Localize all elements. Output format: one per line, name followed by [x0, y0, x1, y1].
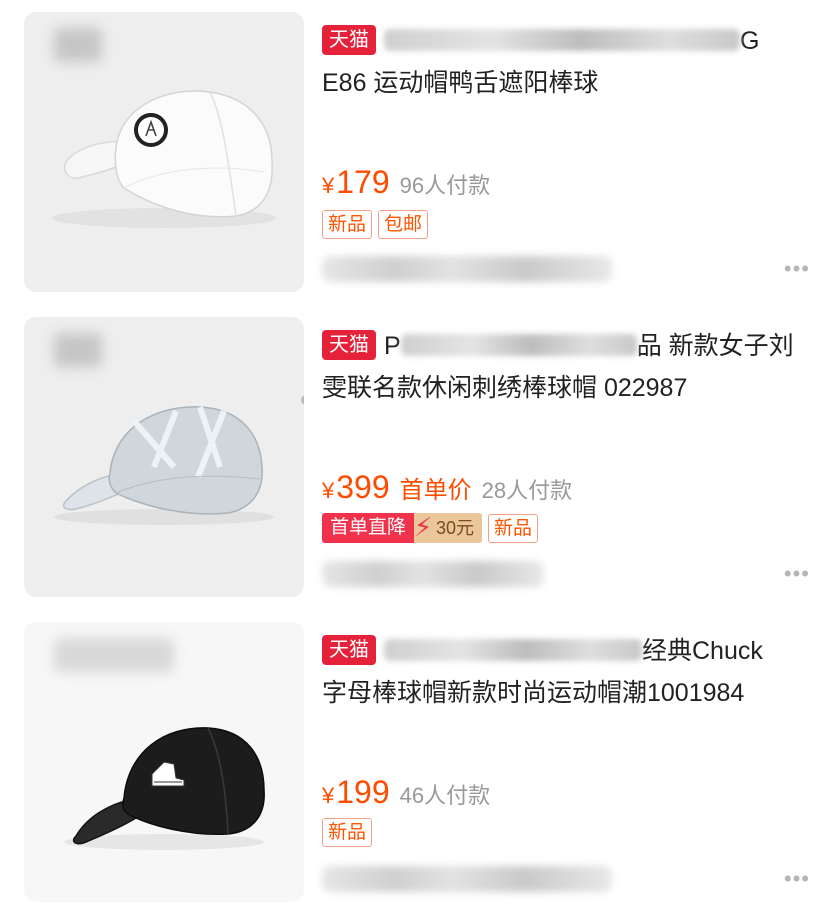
product-title[interactable]: 天猫 经典Chuck 字母棒球帽新款时尚运动帽潮1001984: [322, 630, 798, 714]
redacted-text: [384, 29, 740, 51]
tmall-badge: 天猫: [322, 25, 376, 55]
tag-new: 新品: [488, 513, 539, 543]
product-card[interactable]: 天猫 G E86 运动帽鸭舌遮阳棒球 ¥179 96人付款 新品 包邮 •••: [0, 0, 828, 300]
shop-name-redacted: [322, 256, 612, 282]
tag-list: 新品 包邮: [322, 210, 429, 239]
promo-label: 首单直降: [322, 513, 415, 543]
product-image[interactable]: [24, 317, 304, 597]
price-row: ¥199 46人付款: [322, 774, 490, 811]
tag-new: 新品: [322, 210, 373, 239]
buyer-count: 46人付款: [399, 783, 491, 808]
price-row: ¥399 首单价 28人付款: [322, 469, 572, 506]
title-fragment: 经典Chuck: [642, 637, 763, 665]
black-cap-image: [64, 727, 265, 850]
price: ¥179: [322, 164, 390, 200]
promo-value: 30元: [434, 513, 483, 543]
more-icon[interactable]: •••: [784, 866, 810, 892]
title-fragment: P: [384, 332, 401, 360]
price: ¥399: [322, 469, 390, 505]
product-image[interactable]: [24, 12, 304, 292]
price: ¥199: [322, 774, 390, 810]
first-order-price-label: 首单价: [399, 477, 472, 504]
tmall-badge: 天猫: [322, 635, 376, 665]
product-title[interactable]: 天猫 P 品 新款女子刘 雯联名款休闲刺绣棒球帽 022987: [322, 325, 798, 409]
redacted-text: [400, 334, 637, 356]
grey-cap-image: [54, 406, 274, 525]
tag-free-shipping: 包邮: [378, 210, 429, 239]
white-cap-image: [52, 90, 276, 228]
product-card[interactable]: 天猫 P 品 新款女子刘 雯联名款休闲刺绣棒球帽 022987 ¥399 首单价 2…: [0, 305, 828, 605]
price-row: ¥179 96人付款: [322, 164, 490, 201]
tag-new: 新品: [322, 818, 373, 847]
product-title[interactable]: 天猫 G E86 运动帽鸭舌遮阳棒球: [322, 20, 798, 104]
title-line-2: 字母棒球帽新款时尚运动帽潮1001984: [322, 679, 745, 707]
buyer-count: 28人付款: [481, 478, 573, 503]
shop-name-redacted: [322, 561, 544, 587]
title-fragment: G: [740, 27, 760, 55]
tag-list: 新品: [322, 818, 373, 847]
lightning-icon: ⚡: [414, 513, 435, 543]
first-order-discount-badge: 首单直降 ⚡ 30元: [322, 513, 483, 543]
tmall-badge: 天猫: [322, 330, 376, 360]
product-card[interactable]: 天猫 经典Chuck 字母棒球帽新款时尚运动帽潮1001984 ¥199 46人付…: [0, 610, 828, 910]
redacted-text: [384, 639, 642, 661]
title-line-2: 雯联名款休闲刺绣棒球帽 022987: [322, 374, 688, 402]
more-icon[interactable]: •••: [784, 256, 810, 282]
buyer-count: 96人付款: [399, 173, 491, 198]
shop-name-redacted: [322, 866, 612, 892]
title-fragment: 品 新款女子刘: [636, 332, 794, 360]
title-line-2: E86 运动帽鸭舌遮阳棒球: [322, 69, 599, 97]
product-image[interactable]: [24, 622, 304, 902]
tag-list: 首单直降 ⚡ 30元 新品: [322, 513, 539, 543]
more-icon[interactable]: •••: [784, 561, 810, 587]
